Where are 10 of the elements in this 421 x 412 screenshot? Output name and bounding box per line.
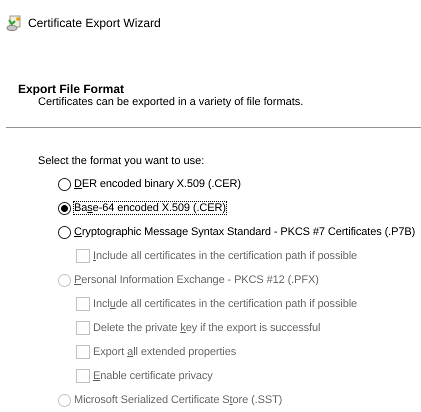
radio-button[interactable] [58, 202, 71, 214]
certificate-icon [6, 15, 22, 31]
radio-label[interactable]: Base-64 encoded X.509 (.CER) [74, 202, 226, 214]
radio-button[interactable] [58, 178, 71, 190]
window-title: Certificate Export Wizard [28, 16, 161, 30]
radio-button[interactable] [58, 226, 71, 238]
page-subtitle: Certificates can be exported in a variety of file formats. [37, 96, 304, 108]
radio-label[interactable]: Cryptographic Message Syntax Standard - PKCS #7 Certificates (.P7B) [74, 226, 416, 238]
format-prompt: Select the format you want to use: [37, 154, 206, 167]
radio-label[interactable]: DER encoded binary X.509 (.CER) [74, 178, 241, 190]
